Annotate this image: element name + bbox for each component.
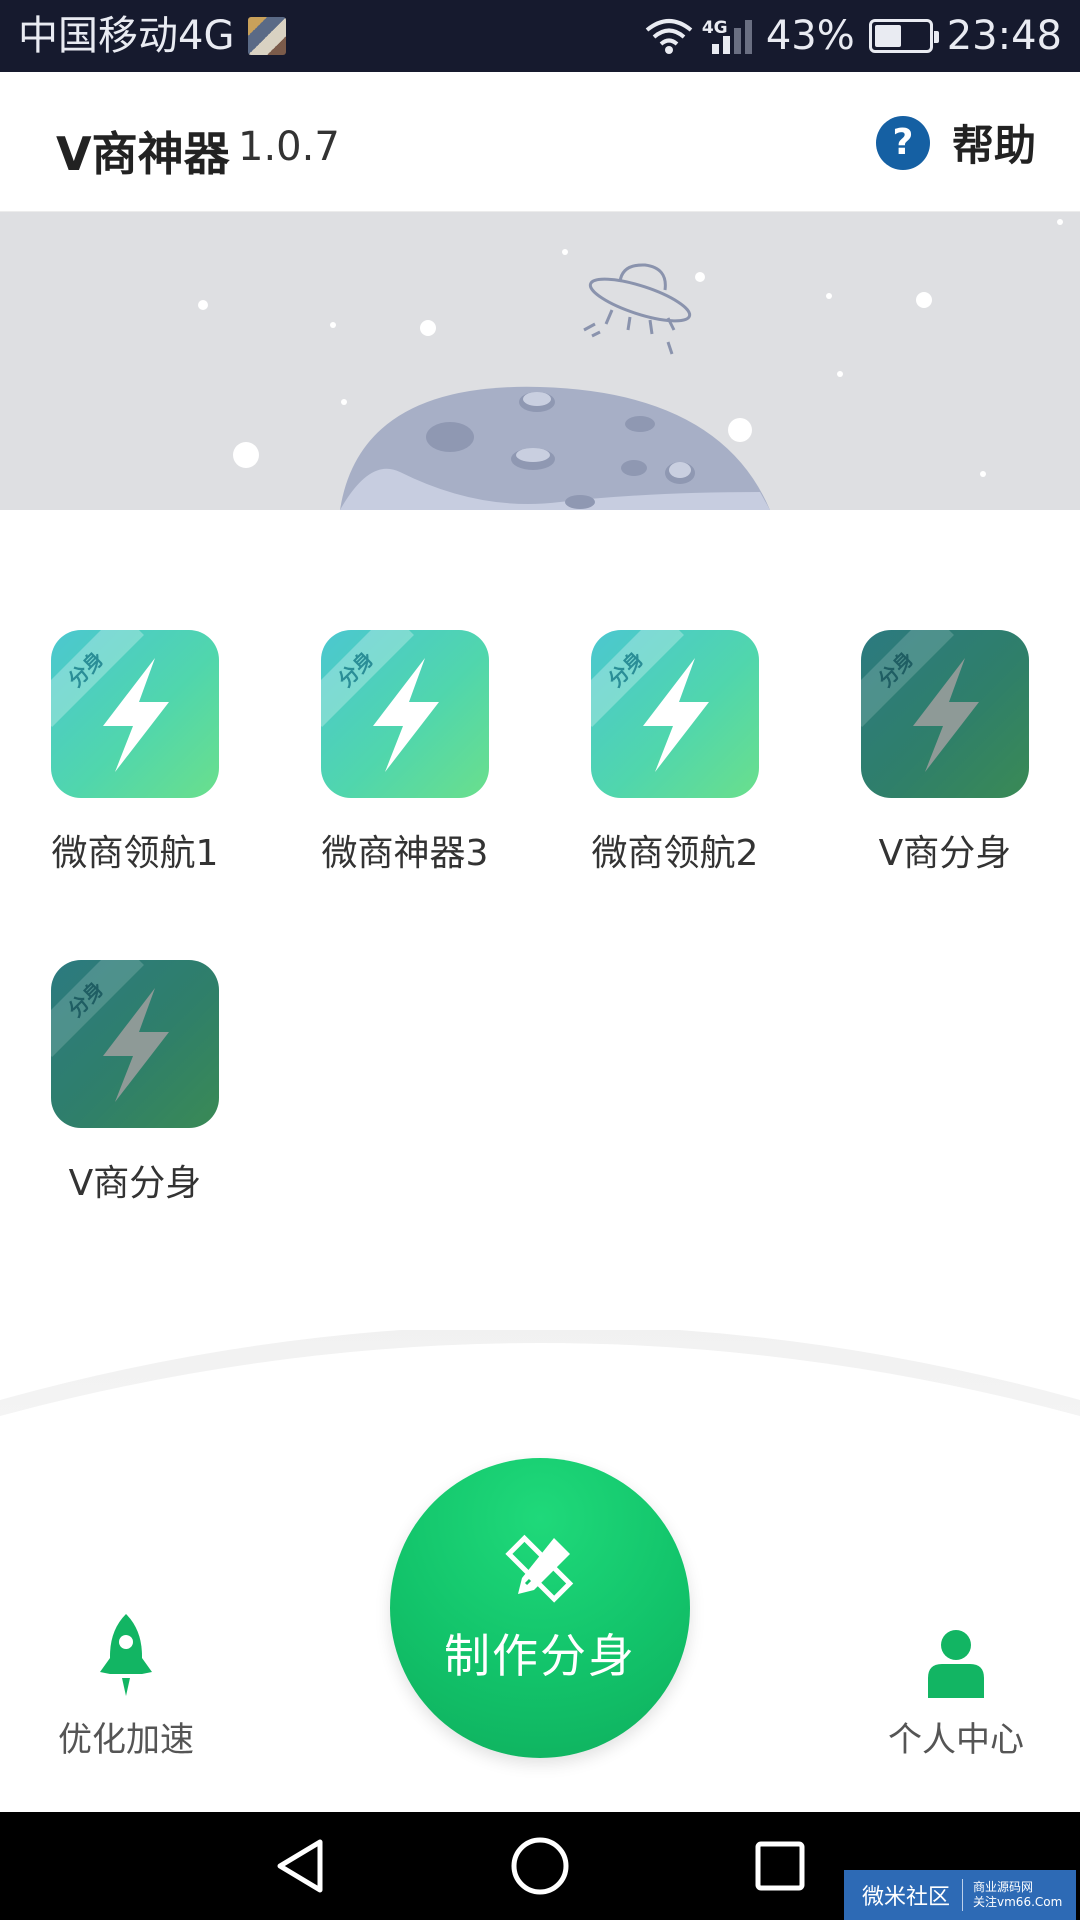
nav-profile[interactable]: 个人中心: [880, 1628, 1032, 1761]
back-icon[interactable]: [272, 1836, 328, 1896]
app-tile[interactable]: 分身微商领航1: [25, 630, 245, 876]
nav-optimize[interactable]: 优化加速: [50, 1612, 202, 1761]
lightning-app-icon: 分身: [861, 630, 1029, 798]
app-tile[interactable]: 分身 V商分身: [25, 960, 245, 1206]
pencil-ruler-icon: [505, 1534, 574, 1603]
help-button[interactable]: ? 帮助: [875, 112, 1036, 173]
carrier-label: 中国移动4G: [18, 13, 235, 59]
app-label: 微商神器3: [321, 833, 489, 874]
network-badge: 4G: [701, 18, 728, 38]
app-tile[interactable]: 分身 V商分身: [835, 630, 1055, 876]
rocket-icon: [100, 1614, 152, 1696]
status-right: 4G 43% 23:48: [630, 14, 1062, 58]
nav-profile-label: 个人中心: [888, 1720, 1024, 1760]
signal-icon: 4G: [702, 18, 752, 54]
app-tile[interactable]: 分身微商领航2: [565, 630, 785, 876]
moon-ufo-illustration: [198, 219, 1063, 510]
recents-icon[interactable]: [752, 1836, 808, 1896]
lightning-app-icon: 分身: [321, 630, 489, 798]
wifi-icon: [645, 19, 693, 54]
status-left: 中国移动4G: [18, 13, 287, 59]
make-clone-button[interactable]: 制作分身: [390, 1458, 690, 1758]
battery-percent: 43%: [765, 13, 855, 59]
watermark-sub: 商业源码网 关注vm66.Com: [963, 1880, 1062, 1910]
app-label: 微商领航2: [591, 833, 759, 874]
app-label: V商分身: [878, 833, 1012, 874]
app-version: 1.0.7: [238, 124, 340, 170]
lightning-app-icon: 分身: [51, 960, 219, 1128]
watermark-line2: 关注vm66.Com: [973, 1895, 1063, 1909]
app-label: 微商领航1: [51, 833, 219, 874]
app-tile[interactable]: 分身微商神器3: [295, 630, 515, 876]
help-label: 帮助: [951, 121, 1036, 170]
banner: [0, 212, 1080, 510]
app-title: V商神器: [56, 127, 230, 181]
home-icon[interactable]: [508, 1836, 572, 1896]
user-icon: [928, 1630, 984, 1698]
lightning-app-icon: 分身: [591, 630, 759, 798]
watermark-main: 微米社区: [862, 1879, 964, 1911]
make-clone-label: 制作分身: [444, 1629, 636, 1683]
watermark-line1: 商业源码网: [973, 1880, 1034, 1894]
status-bar: 中国移动4G 4G 43% 23:48: [0, 0, 1080, 72]
gallery-thumbnail-icon: [248, 17, 287, 55]
battery-icon: [868, 19, 939, 53]
app-header: V商神器 1.0.7 ? 帮助: [0, 72, 1080, 212]
lightning-app-icon: 分身: [51, 630, 219, 798]
nav-optimize-label: 优化加速: [58, 1720, 194, 1760]
watermark: 微米社区 商业源码网 关注vm66.Com: [844, 1870, 1076, 1920]
app-label: V商分身: [68, 1163, 202, 1204]
clock: 23:48: [946, 13, 1062, 59]
help-icon: ?: [875, 115, 930, 170]
system-nav-bar: 微米社区 商业源码网 关注vm66.Com: [0, 1812, 1080, 1920]
